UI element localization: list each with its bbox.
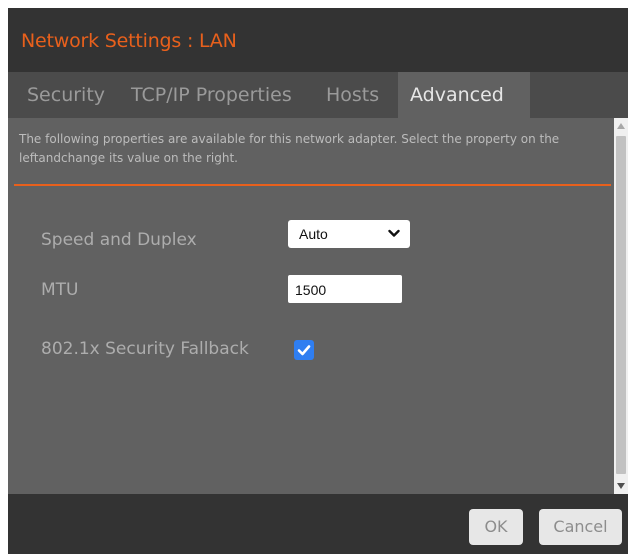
- speed-duplex-label: Speed and Duplex: [41, 230, 197, 250]
- security-fallback-checkbox[interactable]: [294, 340, 314, 360]
- ok-button[interactable]: OK: [469, 509, 523, 545]
- title-bar: Network Settings : LAN: [8, 8, 628, 72]
- mtu-input[interactable]: 1500: [288, 275, 402, 303]
- scroll-up-arrow-icon[interactable]: [617, 123, 625, 129]
- security-fallback-label: 802.1x Security Fallback: [41, 339, 249, 359]
- scrollbar-thumb[interactable]: [616, 136, 626, 474]
- divider: [14, 184, 611, 186]
- tab-hosts[interactable]: Hosts: [326, 72, 379, 118]
- chevron-down-icon: [388, 229, 400, 237]
- speed-duplex-select[interactable]: Auto: [288, 220, 410, 248]
- scroll-down-arrow-icon[interactable]: [617, 483, 625, 489]
- network-settings-dialog: Network Settings : LAN Security TCP/IP P…: [8, 8, 628, 554]
- description-text: The following properties are available f…: [19, 132, 560, 165]
- advanced-properties-panel: The following properties are available f…: [8, 118, 614, 494]
- dialog-title: Network Settings : LAN: [21, 30, 237, 52]
- mtu-label: MTU: [41, 280, 79, 300]
- tab-advanced[interactable]: Advanced: [398, 72, 530, 118]
- tab-bar: Security TCP/IP Properties Hosts Advance…: [8, 72, 628, 118]
- speed-duplex-value: Auto: [299, 226, 328, 242]
- dialog-footer: OK Cancel: [8, 494, 628, 554]
- cancel-button[interactable]: Cancel: [539, 509, 622, 545]
- vertical-scrollbar[interactable]: [614, 118, 628, 494]
- tab-security[interactable]: Security: [8, 72, 114, 118]
- tab-tcpip-properties[interactable]: TCP/IP Properties: [131, 72, 292, 118]
- checkmark-icon: [297, 345, 311, 356]
